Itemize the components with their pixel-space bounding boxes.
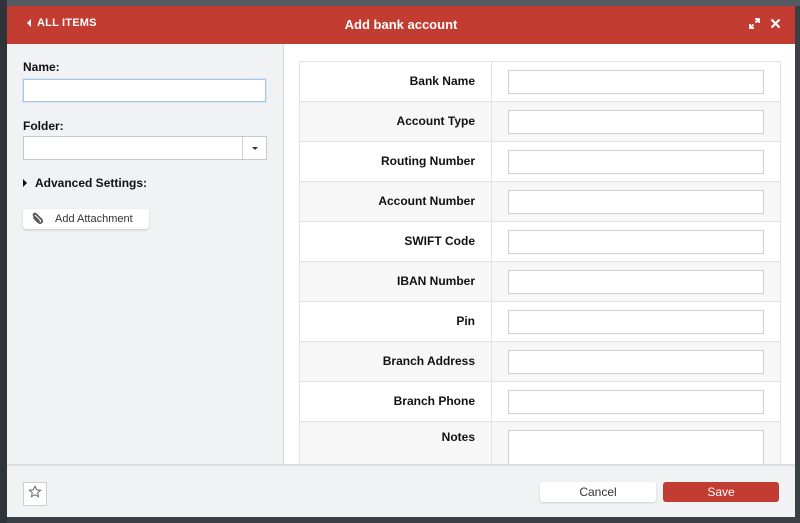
close-icon[interactable] [770, 16, 781, 34]
save-button[interactable]: Save [663, 482, 779, 502]
field-label: Pin [300, 302, 492, 341]
field-row-routing-number: Routing Number [300, 142, 780, 182]
advanced-settings-toggle[interactable]: Advanced Settings: [23, 176, 147, 190]
branch-phone-input[interactable] [508, 389, 764, 414]
folder-value [24, 137, 242, 159]
cancel-button[interactable]: Cancel [540, 482, 656, 502]
add-attachment-label: Add Attachment [55, 213, 133, 225]
star-icon [28, 484, 42, 504]
field-label: Routing Number [300, 142, 492, 181]
swift-code-input[interactable] [508, 229, 764, 254]
folder-label: Folder: [23, 119, 64, 133]
field-label: SWIFT Code [300, 222, 492, 261]
field-label: Branch Address [300, 342, 492, 381]
field-row-swift-code: SWIFT Code [300, 222, 780, 262]
background-edge [0, 0, 7, 523]
name-input[interactable] [23, 79, 266, 102]
caret-right-icon [23, 179, 27, 187]
fields-panel: Bank Name Account Type Routing Number Ac… [284, 44, 795, 464]
add-attachment-button[interactable]: Add Attachment [23, 209, 149, 229]
account-number-input[interactable] [508, 189, 764, 214]
field-row-branch-phone: Branch Phone [300, 382, 780, 422]
branch-address-input[interactable] [508, 349, 764, 374]
field-label: Account Number [300, 182, 492, 221]
dialog-footer: Cancel Save [7, 464, 795, 517]
field-row-iban-number: IBAN Number [300, 262, 780, 302]
field-row-pin: Pin [300, 302, 780, 342]
field-row-account-type: Account Type [300, 102, 780, 142]
field-label: Account Type [300, 102, 492, 141]
field-label: Bank Name [300, 62, 492, 101]
field-label: IBAN Number [300, 262, 492, 301]
pin-input[interactable] [508, 309, 764, 334]
field-label: Notes [300, 422, 492, 464]
dialog-title: Add bank account [344, 17, 458, 32]
fields-table: Bank Name Account Type Routing Number Ac… [299, 61, 781, 464]
field-row-branch-address: Branch Address [300, 342, 780, 382]
field-label: Branch Phone [300, 382, 492, 421]
name-label: Name: [23, 60, 60, 74]
account-type-input[interactable] [508, 109, 764, 134]
add-bank-account-dialog: ALL ITEMS Add bank account Name: Folder:… [7, 6, 795, 517]
field-row-notes: Notes [300, 422, 780, 464]
paperclip-icon [31, 212, 45, 226]
chevron-down-icon [251, 146, 258, 150]
iban-number-input[interactable] [508, 269, 764, 294]
field-row-bank-name: Bank Name [300, 62, 780, 102]
advanced-settings-label: Advanced Settings: [35, 176, 148, 190]
folder-dropdown-button[interactable] [242, 137, 266, 159]
dialog-header: ALL ITEMS Add bank account [7, 6, 795, 44]
expand-icon[interactable] [749, 16, 760, 34]
field-row-account-number: Account Number [300, 182, 780, 222]
folder-select[interactable] [23, 136, 267, 160]
notes-textarea[interactable] [508, 430, 764, 464]
bank-name-input[interactable] [508, 69, 764, 94]
routing-number-input[interactable] [508, 149, 764, 174]
favorite-button[interactable] [23, 482, 47, 506]
left-panel: Name: Folder: Advanced Settings: Add Att… [7, 44, 284, 464]
